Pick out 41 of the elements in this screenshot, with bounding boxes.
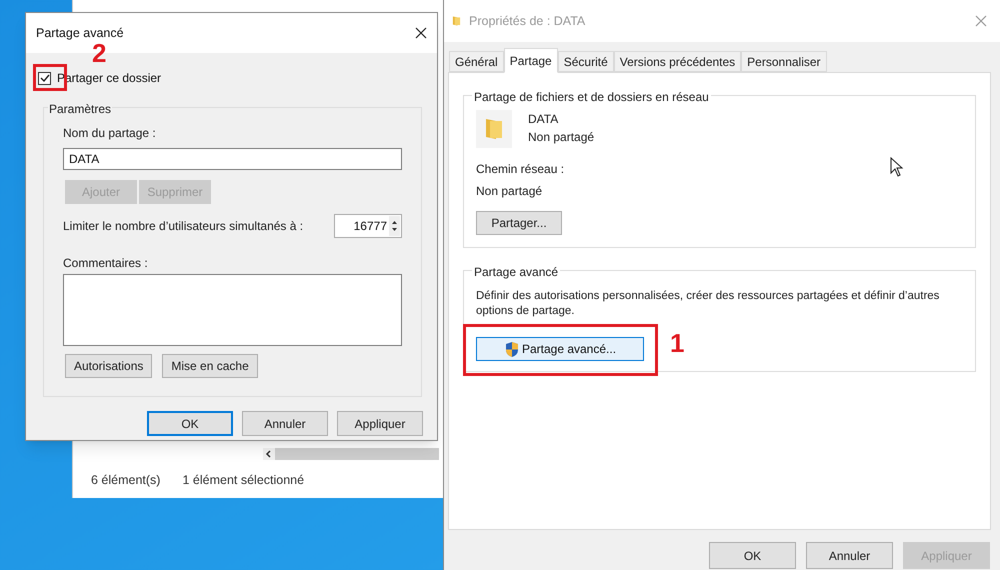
- description-text: Définir des autorisations personnalisées, créer des ressources partagées et définir d’autres options de partage.: [476, 289, 940, 319]
- advanced-sharing-button[interactable]: Partage avancé...: [476, 337, 644, 361]
- network-path: Non partagé: [476, 183, 542, 200]
- number-spinner[interactable]: 16777: [334, 214, 402, 238]
- chevron-left-icon[interactable]: [263, 448, 275, 460]
- item-count-label: 6 élément(s): [91, 472, 160, 489]
- share-button[interactable]: Partager...: [476, 211, 562, 235]
- dialog-button[interactable]: Appliquer: [337, 411, 423, 436]
- tab[interactable]: Versions précédentes: [614, 51, 742, 72]
- scrollbar-thumb[interactable]: [275, 448, 439, 460]
- mouse-pointer-icon: [890, 157, 904, 178]
- dialog-button[interactable]: Autorisations: [65, 354, 152, 378]
- dialog-button[interactable]: OK: [709, 542, 796, 569]
- field-label: Commentaires :: [63, 255, 149, 272]
- comments-field[interactable]: [63, 274, 402, 346]
- share-name-field[interactable]: DATA: [63, 148, 402, 170]
- tab[interactable]: Personnaliser: [741, 51, 827, 72]
- selection-status-label: 1 élément sélectionné: [182, 472, 304, 489]
- dialog-button[interactable]: Annuler: [806, 542, 893, 569]
- checkbox[interactable]: [38, 72, 51, 84]
- share-status: Non partagé: [528, 129, 594, 146]
- checkmark-icon: [40, 73, 50, 83]
- dialog-button[interactable]: Mise en cache: [162, 354, 258, 378]
- field-label: Chemin réseau :: [476, 161, 564, 178]
- field-label: Limiter le nombre d’utilisateurs simultanés à :: [63, 218, 304, 235]
- folder-name: DATA: [528, 111, 560, 128]
- close-icon[interactable]: [415, 27, 427, 39]
- tab[interactable]: Sécurité: [558, 51, 614, 72]
- step-number: 2: [92, 41, 106, 65]
- field-label: Nom du partage :: [63, 125, 157, 142]
- tab[interactable]: Partage: [504, 48, 558, 73]
- window-title: Propriétés de : DATA: [469, 12, 586, 30]
- folder-icon: [452, 15, 461, 27]
- spinner-arrows-icon[interactable]: [389, 216, 400, 236]
- spinner-value: 16777: [352, 218, 388, 235]
- step-number: 1: [670, 330, 684, 356]
- shield-icon: [504, 340, 520, 358]
- dialog-button[interactable]: OK: [147, 411, 233, 436]
- dialog-button[interactable]: Annuler: [242, 411, 328, 436]
- tab[interactable]: Général: [449, 51, 504, 72]
- window-title: Partage avancé: [36, 24, 124, 42]
